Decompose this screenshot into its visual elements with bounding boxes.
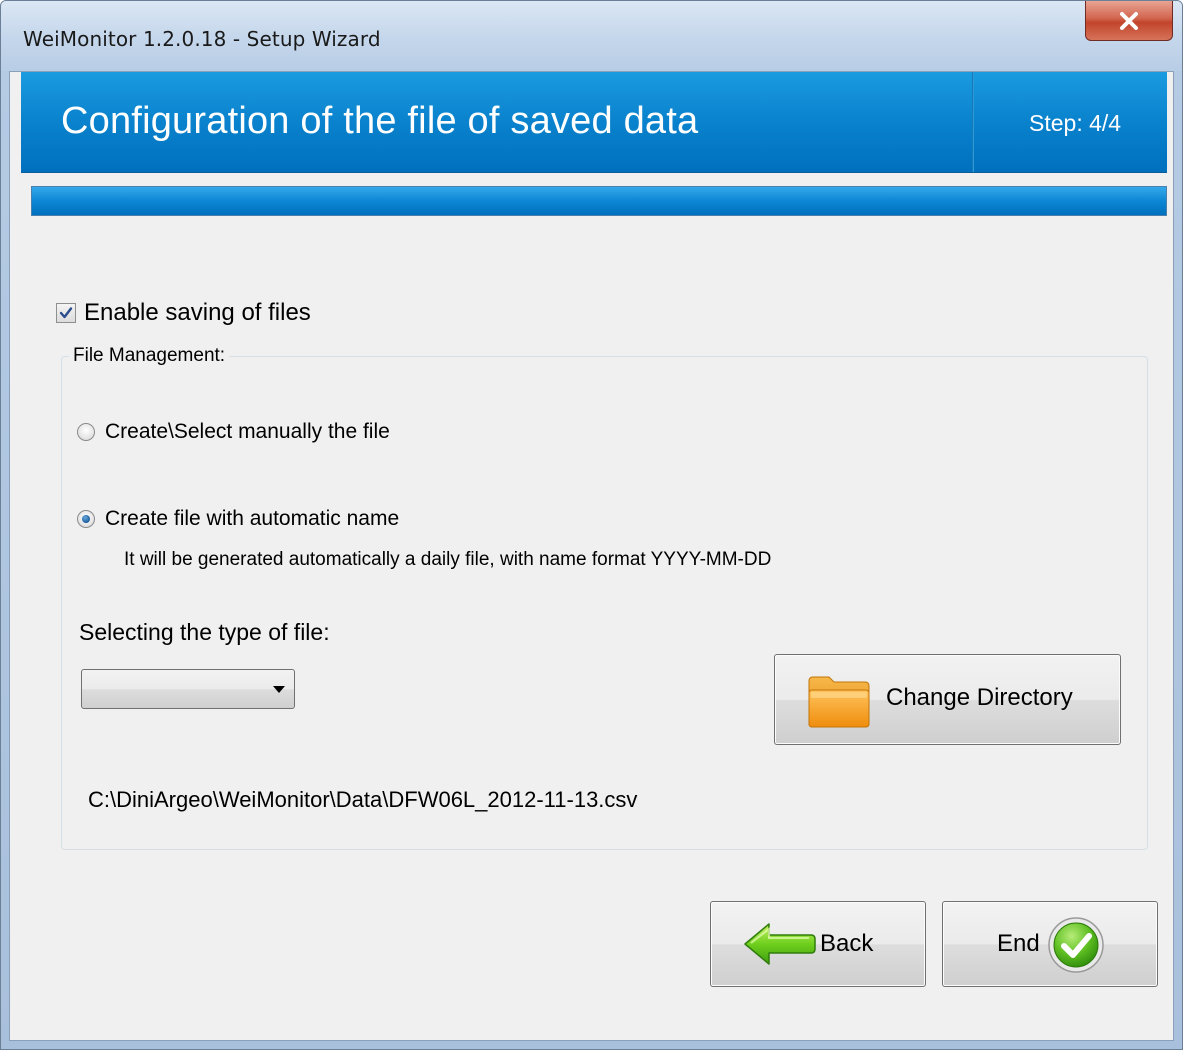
radio-automatic-name-label[interactable]: Create file with automatic name: [105, 507, 399, 531]
enable-saving-checkbox[interactable]: [56, 303, 76, 323]
close-button[interactable]: [1085, 1, 1173, 41]
back-label: Back: [820, 930, 874, 957]
file-type-dropdown[interactable]: [81, 669, 295, 709]
file-management-group: File Management: Create\Select manually …: [61, 345, 1148, 850]
wizard-content: Configuration of the file of saved data …: [9, 71, 1174, 1041]
window-title: WeiMonitor 1.2.0.18 - Setup Wizard: [23, 27, 381, 51]
chevron-down-icon: [273, 686, 285, 693]
end-label: End: [997, 930, 1040, 957]
file-type-label: Selecting the type of file:: [79, 619, 330, 645]
checkmark-icon: [59, 307, 73, 319]
page-title: Configuration of the file of saved data: [61, 100, 699, 142]
file-path: C:\DiniArgeo\WeiMonitor\Data\DFW06L_2012…: [88, 787, 638, 812]
wizard-progress-bar: [31, 186, 1167, 216]
change-directory-button[interactable]: Change Directory: [774, 654, 1121, 745]
header-divider: [972, 72, 974, 172]
automatic-name-description: It will be generated automatically a dai…: [124, 549, 772, 570]
step-indicator: Step: 4/4: [1029, 110, 1122, 136]
radio-selected-dot: [82, 515, 90, 523]
check-circle-icon: [1048, 917, 1104, 973]
radio-automatic-name[interactable]: [77, 510, 95, 528]
radio-manual-file-row[interactable]: Create\Select manually the file: [77, 420, 390, 444]
title-bar[interactable]: WeiMonitor 1.2.0.18 - Setup Wizard: [1, 1, 1182, 71]
enable-saving-checkbox-row[interactable]: Enable saving of files: [56, 299, 311, 327]
enable-saving-label[interactable]: Enable saving of files: [84, 299, 311, 327]
radio-manual-file[interactable]: [77, 423, 95, 441]
close-icon: [1120, 11, 1138, 30]
setup-wizard-window: WeiMonitor 1.2.0.18 - Setup Wizard Confi…: [0, 0, 1183, 1050]
end-button[interactable]: End: [942, 901, 1158, 987]
file-management-legend: File Management:: [69, 345, 230, 367]
back-arrow-icon: [744, 923, 816, 965]
change-directory-label: Change Directory: [886, 684, 1073, 711]
header-banner: Configuration of the file of saved data …: [21, 72, 1167, 173]
radio-manual-file-label[interactable]: Create\Select manually the file: [105, 420, 390, 444]
radio-automatic-name-row[interactable]: Create file with automatic name: [77, 507, 399, 531]
back-button[interactable]: Back: [710, 901, 926, 987]
folder-icon: [808, 676, 870, 728]
